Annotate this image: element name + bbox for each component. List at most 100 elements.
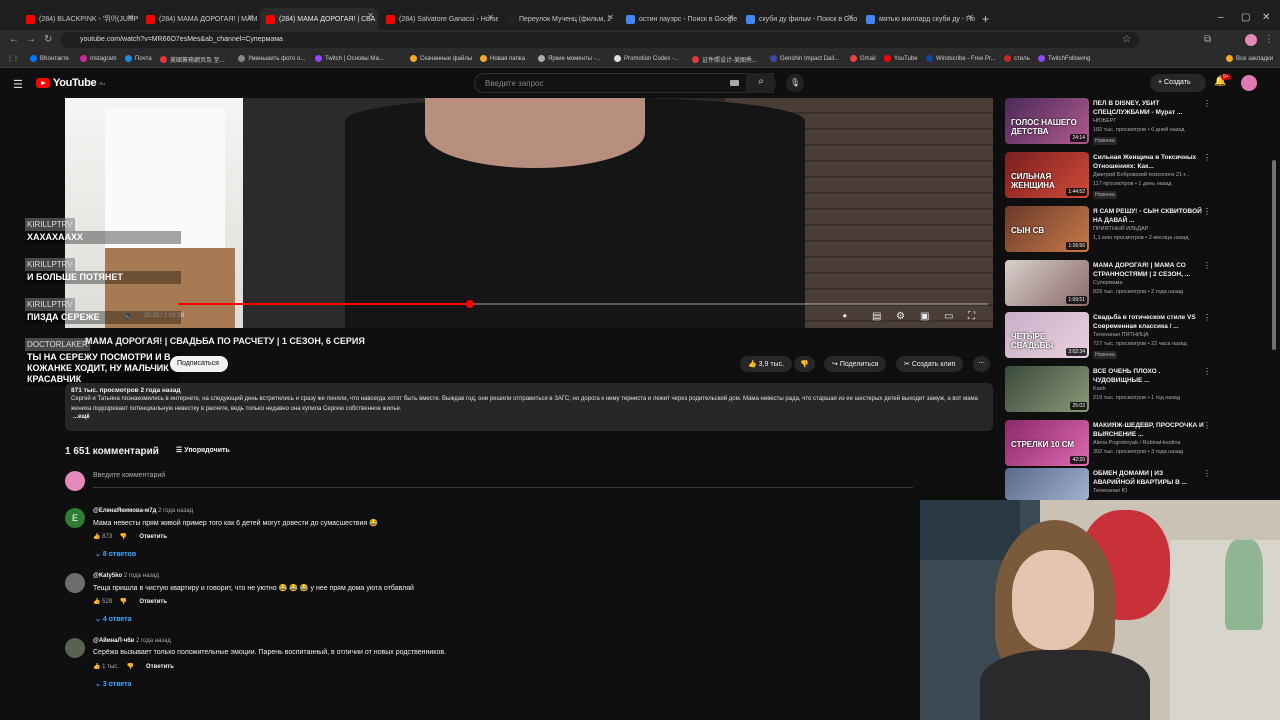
extensions-icon[interactable]: ⧉ [1204,34,1211,45]
recommendation-channel[interactable]: Супермама [1093,280,1123,286]
bookmark-item[interactable]: Все закладки [1226,55,1273,62]
maximize-button[interactable]: ▢ [1241,12,1250,23]
reply-button[interactable]: Ответить [146,664,174,670]
recommendation-item[interactable]: 1:09:51 МАМА ДОРОГАЯ! | МАМА СО СТРАННОСТ… [1005,260,1215,306]
keyboard-icon[interactable] [730,80,739,86]
minimize-button[interactable]: – [1218,12,1224,23]
bookmark-item[interactable]: Gmail [850,55,876,62]
recommendation-item[interactable]: 25:03 ВСЕ ОЧЕНЬ ПЛОХО . ЧУДОВИЩНЫЕ ... Kas… [1005,366,1215,412]
kebab-menu-icon[interactable]: ⋮ [1203,469,1211,478]
recommendation-channel[interactable]: Kash [1093,386,1106,392]
create-button[interactable]: + Создать [1150,74,1206,92]
like-icon[interactable]: 👍 [93,599,100,605]
fullscreen-icon[interactable]: ⛶ [968,311,975,322]
browser-tab[interactable]: остин пауэрс - Поиск в Google ✕ [620,10,738,28]
recommendation-thumbnail[interactable]: СТРЕЛКИ 10 СМ 42:20 [1005,420,1089,466]
reload-icon[interactable]: ↻ [44,34,52,45]
reply-button[interactable]: Ответить [139,534,167,540]
profile-avatar[interactable] [1245,34,1257,46]
replies-toggle[interactable]: ⌄ 8 ответов [95,550,136,558]
browser-tab[interactable]: мятью миллард скуби ду - По ✕ [860,10,978,28]
recommendation-thumbnail[interactable]: 25:03 [1005,366,1089,412]
mic-icon[interactable]: 🎙 [786,74,804,92]
miniplayer-icon[interactable]: ▣ [920,311,929,322]
tab-close-icon[interactable]: ✕ [487,13,494,22]
bookmark-item[interactable]: Уменьшить фото о... [238,55,305,62]
dislike-icon[interactable]: 👎 [127,664,134,670]
apps-grid-icon[interactable]: ⋮⋮ [7,55,19,62]
close-window-button[interactable]: ✕ [1262,12,1270,23]
recommendation-title[interactable]: МАМА ДОРОГАЯ! | МАМА СО СТРАННОСТЯМИ | 2… [1093,261,1205,279]
clip-button[interactable]: ✂ Создать клип [896,356,964,372]
add-comment-input[interactable]: Введите комментарий [93,472,913,488]
show-more-link[interactable]: ...ещё [73,414,987,420]
more-actions-button[interactable]: ⋯ [973,356,990,372]
bookmark-item[interactable]: Windscribe - Free Pr... [926,55,996,62]
dislike-icon[interactable]: 👎 [120,534,127,540]
bookmark-item[interactable]: Новая папка [480,55,525,62]
comment-author[interactable]: @АйинаЛ-ч6в [93,638,134,644]
recommendation-title[interactable]: Свадьба в готическом стиле VS Современна… [1093,313,1205,331]
new-tab-button[interactable]: + [982,12,989,26]
browser-menu-icon[interactable]: ⋮ [1264,34,1274,45]
video-player[interactable] [65,98,993,328]
kebab-menu-icon[interactable]: ⋮ [1203,99,1211,108]
recommendation-item[interactable]: ОБМЕН ДОМАМИ | ИЗ АВАРИЙНОЙ КВАРТИРЫ В .… [1005,468,1215,500]
recommendation-title[interactable]: Я САМ РЕШУ! - СЫН СКВИТОВОЙ НА ДАВАЙ ... [1093,207,1205,225]
replies-toggle[interactable]: ⌄ 3 ответа [95,680,132,688]
description-box[interactable]: 871 тыс. просмотров 2 года назад Сергей … [65,383,993,431]
tab-close-icon[interactable]: ✕ [727,13,734,22]
comment-author[interactable]: @ЕленаЯкимова-м7д [93,508,156,514]
recommendation-channel[interactable]: Телеканал ПЯТНИЦА [1093,332,1149,338]
youtube-logo[interactable]: YouTube RU [36,77,105,89]
reply-button[interactable]: Ответить [139,599,167,605]
bookmark-item[interactable]: Instagram [80,55,117,62]
recommendation-thumbnail[interactable]: СЫН СВ 1:16:56 [1005,206,1089,252]
autoplay-toggle-icon[interactable]: ⏺ [843,313,847,321]
recommendation-channel[interactable]: Дмитрий Бобровский психологи 21-г... [1093,172,1190,178]
tab-close-icon[interactable]: ✕ [847,13,854,22]
like-button[interactable]: 👍 3,9 тыс. [740,356,793,372]
recommendation-thumbnail[interactable]: ЧЕТЫРЕ СВАДЬБЫ 2:02:34 [1005,312,1089,358]
hamburger-menu-icon[interactable]: ☰ [13,78,23,91]
bookmark-item[interactable]: ВКонтакте [30,55,69,62]
page-scrollbar[interactable] [1272,160,1276,350]
recommendation-channel[interactable]: ПРИЯТНЫЙ ИЛЬДАР [1093,226,1148,232]
bookmark-item[interactable]: TwitchFollowing [1038,55,1090,62]
recommendation-item[interactable]: СИЛЬНАЯ ЖЕНЩИНА 1:44:52 Сильная Женщина в … [1005,152,1215,199]
comment-avatar[interactable] [65,573,85,593]
browser-tab[interactable]: (284) МАМА ДОРОГАЯ! | МАМ ✕ [140,10,258,28]
bookmark-item[interactable]: Genshin Impact Dail... [770,55,839,62]
recommendation-thumbnail[interactable]: СИЛЬНАЯ ЖЕНЩИНА 1:44:52 [1005,152,1089,198]
recommendation-item[interactable]: ЧЕТЫРЕ СВАДЬБЫ 2:02:34 Свадьба в готическо… [1005,312,1215,359]
recommendation-item[interactable]: СЫН СВ 1:16:56 Я САМ РЕШУ! - СЫН СКВИТОВОЙ… [1005,206,1215,252]
recommendation-title[interactable]: Сильная Женщина в Токсичных Отношениях: … [1093,153,1205,171]
bookmark-star-icon[interactable]: ☆ [1122,34,1131,45]
comment-author[interactable]: @Katy5ko [93,573,122,579]
recommendation-thumbnail[interactable] [1005,468,1089,500]
tab-close-icon[interactable]: ✕ [247,13,254,22]
comment-avatar[interactable] [65,638,85,658]
replies-toggle[interactable]: ⌄ 4 ответа [95,615,132,623]
bookmark-item[interactable]: Яркие моменты -... [538,55,601,62]
like-icon[interactable]: 👍 [93,534,100,540]
settings-gear-icon[interactable]: ⚙ [896,311,905,322]
recommendation-title[interactable]: ПЕЛ В DISNEY, УБИТ СПЕЦСЛУЖБАМИ - Мурат … [1093,99,1205,117]
url-bar[interactable]: youtube.com/watch?v=MR66O7esMes&ab_chann… [60,32,1140,48]
comment-avatar[interactable]: E [65,508,85,528]
recommendation-thumbnail[interactable]: ГОЛОС НАШЕГО ДЕТСТВА 24:14 [1005,98,1089,144]
search-input[interactable]: Введите запрос [474,73,774,93]
bookmark-item[interactable]: Почта [125,55,152,62]
theater-mode-icon[interactable]: ▭ [944,311,953,322]
kebab-menu-icon[interactable]: ⋮ [1203,153,1211,162]
share-button[interactable]: ↪ Поделиться [824,356,887,372]
tab-close-icon[interactable]: ✕ [607,13,614,22]
browser-tab[interactable]: (284) Salvatore Ganacci - Horse ✕ [380,10,498,28]
kebab-menu-icon[interactable]: ⋮ [1203,207,1211,216]
back-icon[interactable]: ← [9,34,19,45]
tab-close-icon[interactable]: ✕ [127,13,134,22]
browser-tab[interactable]: Переулок Мученц (фильм, 2 ✕ [500,10,618,28]
dislike-icon[interactable]: 👎 [120,599,127,605]
bookmark-item[interactable]: Promotion Codes -... [614,55,679,62]
recommendation-title[interactable]: ОБМЕН ДОМАМИ | ИЗ АВАРИЙНОЙ КВАРТИРЫ В .… [1093,469,1205,487]
